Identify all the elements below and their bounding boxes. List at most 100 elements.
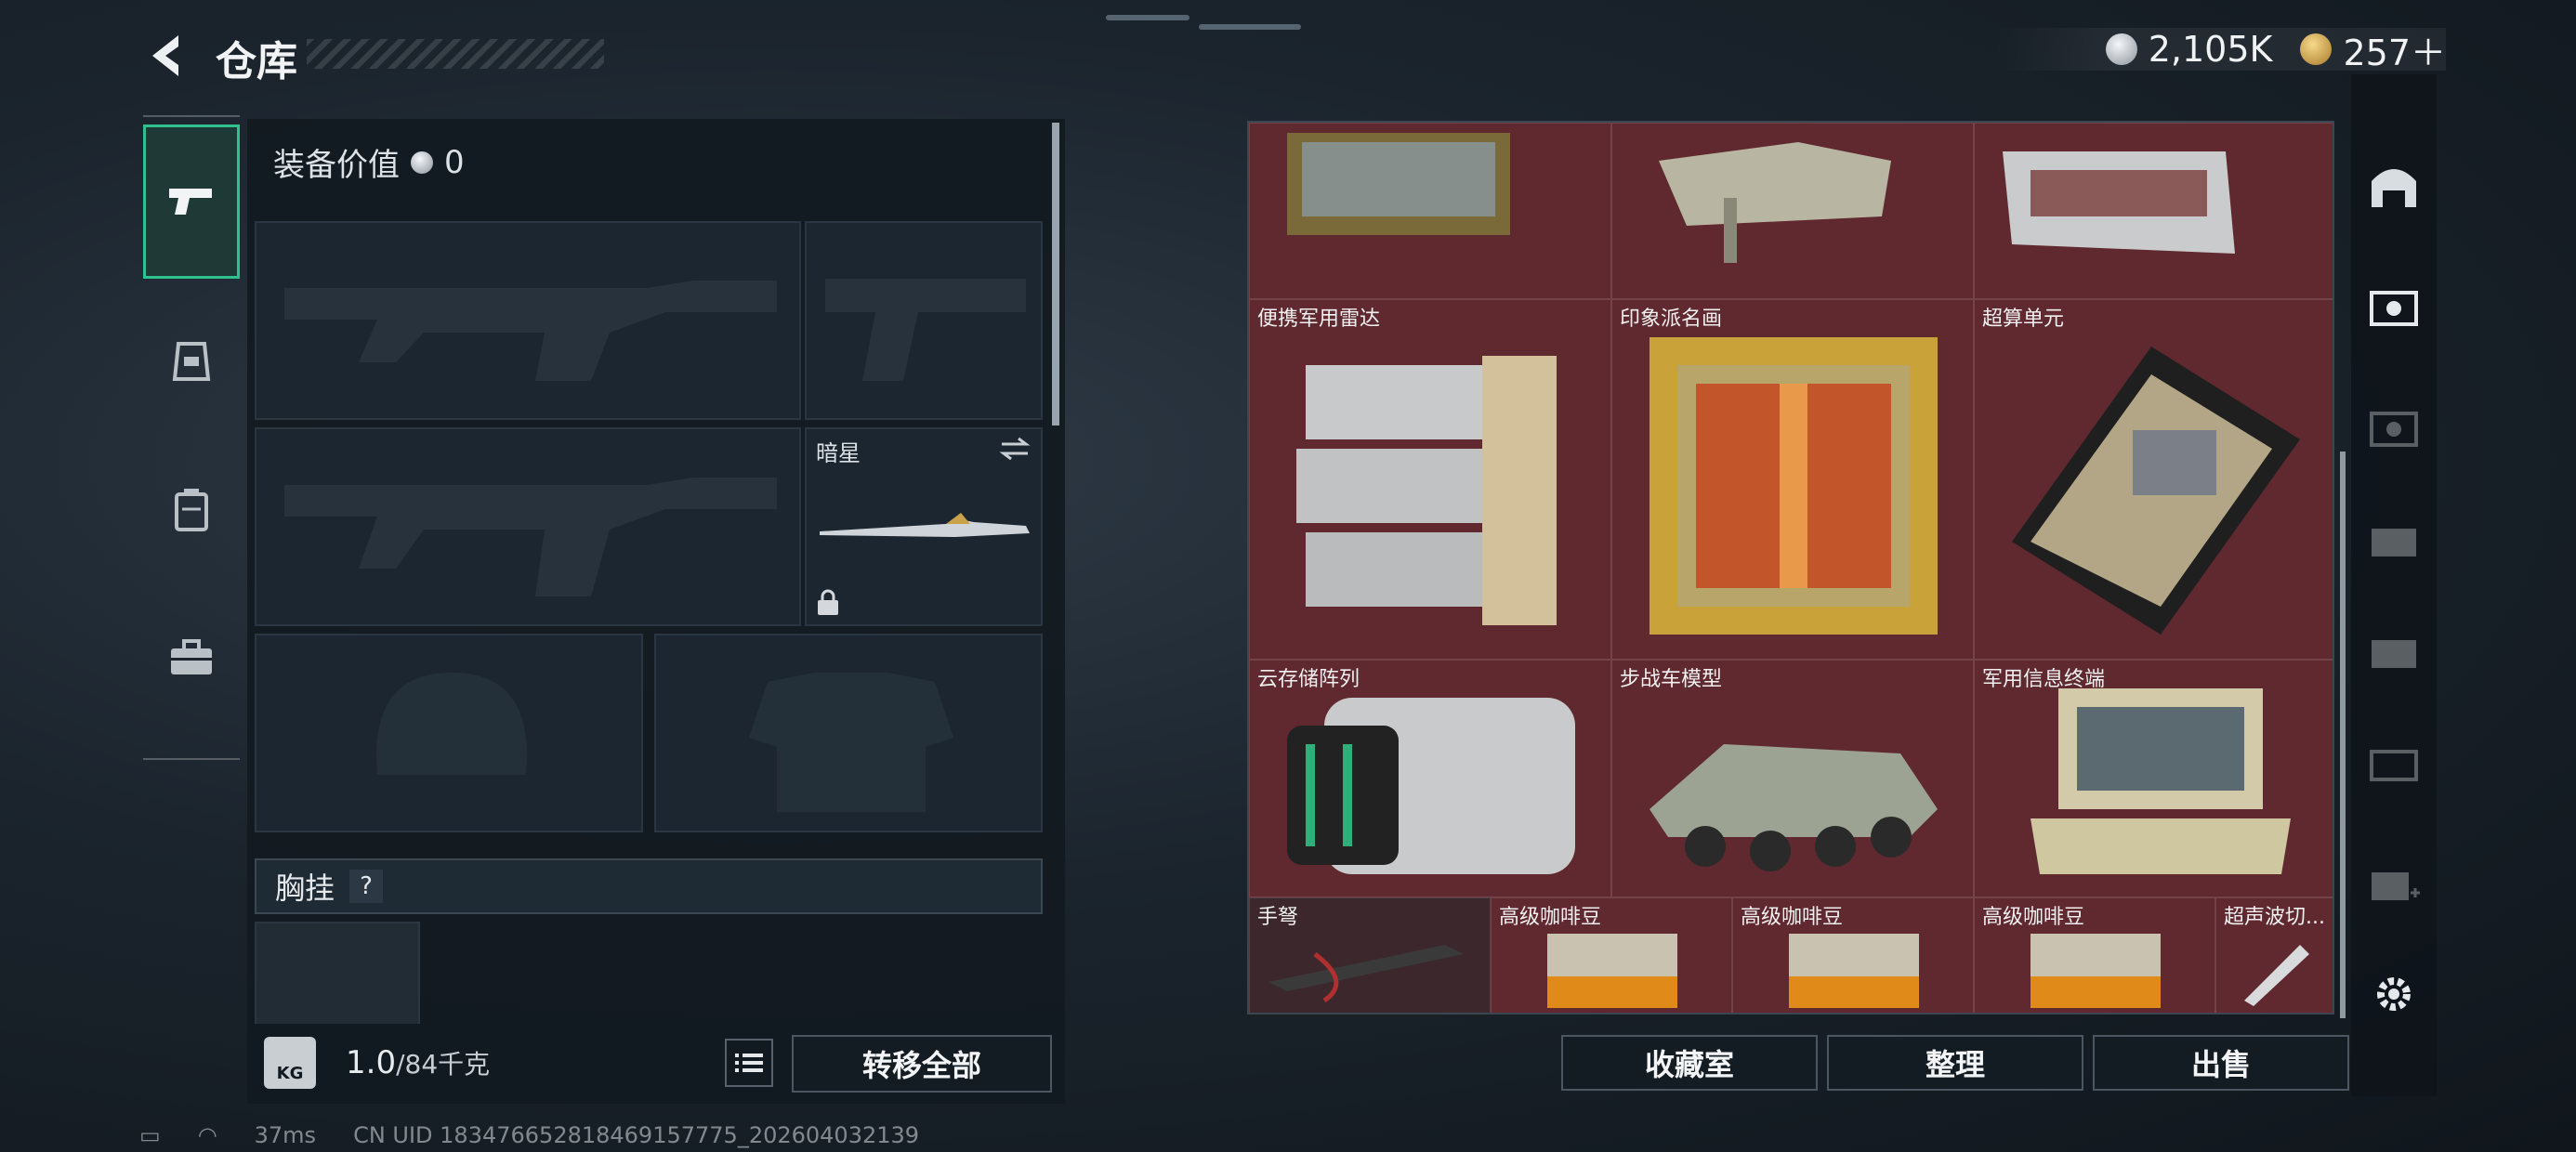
organize-button[interactable]: 整理 (1827, 1035, 2083, 1091)
silver-coin-icon (2105, 33, 2137, 65)
capacity-value: 1.0 (346, 1044, 397, 1081)
equipment-value-label: 装备价值 (273, 147, 400, 184)
loadout-panel: 装备价值 0 暗星 胸挂 ? (247, 119, 1065, 1102)
stash-item-impressionist-painting[interactable]: 印象派名画 (1611, 299, 1974, 660)
tab-storage-5[interactable] (2366, 734, 2422, 790)
item-label: 便携军用雷达 (1257, 308, 1381, 331)
stash-box-icon (2370, 291, 2418, 326)
top-bar: 仓库 2,105K 257＋ (0, 0, 2576, 111)
currency-gold[interactable]: 257＋ (2300, 24, 2446, 75)
rail-item-case[interactable] (143, 589, 240, 727)
stash-item-military-terminal[interactable]: 军用信息终端 (1974, 660, 2333, 897)
battery-icon: ▭ (139, 1122, 161, 1148)
capacity-bar: KG 1.0/84千克 转移全部 (247, 1024, 1065, 1104)
gold-coin-icon (2300, 33, 2333, 65)
help-icon[interactable]: ? (349, 870, 384, 903)
uid-text: CN UID 183476652818469157775_20260403213… (353, 1122, 920, 1148)
tab-storage-3[interactable] (2366, 511, 2422, 567)
stash-scrollbar[interactable] (2340, 452, 2346, 1018)
collection-room-button[interactable]: 收藏室 (1561, 1035, 1818, 1091)
back-button[interactable] (139, 28, 195, 84)
gear-icon (2377, 977, 2411, 1011)
rail-item-gear[interactable] (143, 292, 240, 429)
list-view-button[interactable] (725, 1039, 773, 1087)
pistol-icon (169, 189, 212, 215)
loadout-scrollbar[interactable] (1052, 123, 1059, 425)
helmet-slot[interactable] (255, 634, 643, 832)
coffee-beans-icon (2031, 934, 2161, 1008)
rifle-placeholder-icon (284, 281, 777, 381)
category-rail (143, 115, 240, 760)
add-storage-icon (2372, 872, 2420, 900)
title-decoration (307, 39, 604, 69)
stash-item-premium-coffee-beans[interactable]: 高级咖啡豆 (1732, 897, 1974, 1013)
rail-item-backpack[interactable] (143, 440, 240, 578)
terminal-icon (2031, 688, 2291, 874)
tank-model-icon (1659, 142, 1891, 263)
stash-item-ultrasonic-cutter[interactable]: 超声波切... (2215, 897, 2333, 1013)
stash-grid: 便携军用雷达 印象派名画 超算单元 云存储阵列 步战车模型 军用信息终端 手弩 … (1247, 121, 2334, 1015)
stash-item-hand-crossbow[interactable]: 手弩 (1249, 897, 1491, 1013)
item-label: 步战车模型 (1620, 668, 1723, 691)
stash-box-locked-icon (2370, 412, 2418, 447)
stash-tab-sidebar (2351, 74, 2437, 1096)
circuit-board-icon (2012, 347, 2300, 635)
helmet-placeholder-icon (376, 673, 527, 775)
tab-storage-1[interactable] (2366, 279, 2422, 334)
stash-item-supercomputer-unit[interactable]: 超算单元 (1974, 299, 2333, 660)
lock-icon (818, 589, 838, 615)
folder-locked-icon (2372, 640, 2416, 668)
transfer-all-button[interactable]: 转移全部 (792, 1035, 1052, 1093)
stash-item-server-panel[interactable] (1974, 123, 2333, 299)
armor-slot[interactable] (654, 634, 1043, 832)
secondary-weapon-slot[interactable] (255, 427, 801, 626)
backpack-icon (175, 489, 208, 531)
stash-item-cabinet[interactable] (1249, 123, 1611, 299)
chest-rig-header: 胸挂 ? (255, 858, 1043, 914)
pistol-placeholder-icon (825, 279, 1026, 381)
currency-bar: 2,105K 257＋ (1993, 28, 2446, 73)
tab-storage-4[interactable] (2366, 622, 2422, 678)
radar-icon (1296, 356, 1557, 625)
stash-item-premium-coffee-beans[interactable]: 高级咖啡豆 (1974, 897, 2215, 1013)
armor-placeholder-icon (749, 673, 953, 812)
melee-slot[interactable]: 暗星 (805, 427, 1043, 626)
vault-icon (2372, 169, 2416, 207)
weight-icon: KG (264, 1037, 316, 1089)
sidearm-slot[interactable] (805, 221, 1043, 420)
stash-item-tank[interactable] (1611, 123, 1974, 299)
crossbow-icon (1268, 945, 1464, 1003)
panel-icon (2003, 151, 2235, 254)
rail-divider (143, 758, 240, 760)
tab-storage-2[interactable] (2366, 399, 2422, 455)
silver-amount: 2,105K (2148, 29, 2273, 70)
stash-item-premium-coffee-beans[interactable]: 高级咖啡豆 (1491, 897, 1732, 1013)
sell-button[interactable]: 出售 (2093, 1035, 2349, 1091)
rail-divider (143, 115, 240, 117)
coffee-beans-icon (1547, 934, 1677, 1008)
equipment-value: 装备价值 0 (273, 139, 465, 185)
stash-item-ifv-model[interactable]: 步战车模型 (1611, 660, 1974, 897)
tab-all-storage[interactable] (2366, 158, 2422, 214)
painting-icon (1649, 337, 1938, 635)
chest-rig-label: 胸挂 (275, 871, 335, 906)
briefcase-icon (171, 639, 212, 674)
rail-item-weapons[interactable] (143, 124, 240, 279)
ping-text: 37ms (254, 1122, 317, 1148)
melee-label: 暗星 (816, 440, 861, 466)
swap-icon[interactable] (998, 435, 1032, 463)
cutter-icon (2244, 945, 2309, 1006)
primary-weapon-slot[interactable] (255, 221, 801, 420)
settings-button[interactable] (2366, 966, 2422, 1022)
storage-array-icon (1287, 698, 1575, 874)
rifle-placeholder-icon (284, 478, 777, 596)
ifv-model-icon (1649, 744, 1938, 871)
folder-locked-icon (2372, 529, 2416, 556)
chest-rig-slot[interactable] (255, 922, 420, 1026)
silver-coin-icon (411, 151, 433, 174)
page-title: 仓库 (216, 38, 297, 85)
tab-storage-6[interactable] (2366, 855, 2422, 910)
stash-item-cloud-storage-array[interactable]: 云存储阵列 (1249, 660, 1611, 897)
stash-item-portable-radar[interactable]: 便携军用雷达 (1249, 299, 1611, 660)
triangle-box-icon (2370, 750, 2418, 781)
